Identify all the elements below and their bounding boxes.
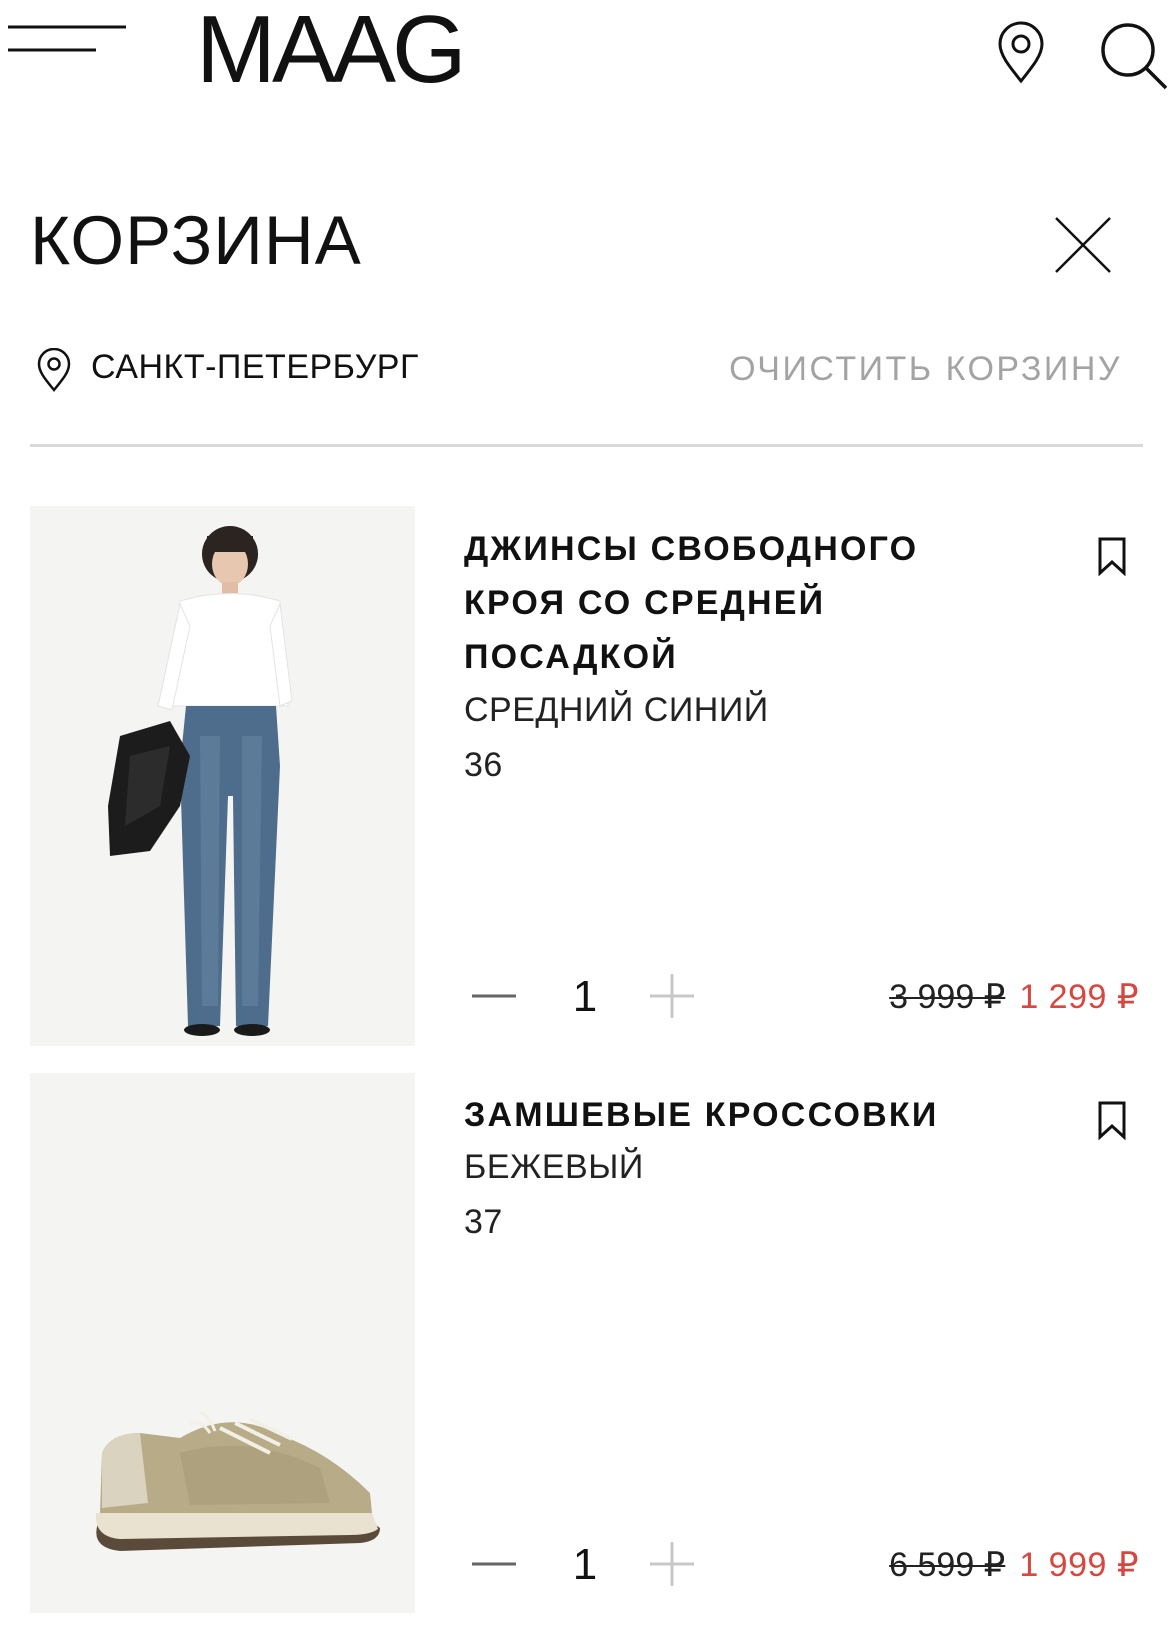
quantity-decrease-button[interactable] <box>470 976 518 1016</box>
bookmark-icon[interactable] <box>1096 1100 1128 1141</box>
product-name-line: ДЖИНСЫ СВОБОДНОГО <box>464 530 919 568</box>
price-row: 6 599 ₽ 1 999 ₽ <box>889 1548 1139 1582</box>
jeans-model-illustration <box>30 506 415 1046</box>
product-name-line: КРОЯ СО СРЕДНЕЙ <box>464 584 826 622</box>
product-name-sneakers[interactable]: ЗАМШЕВЫЕ КРОССОВКИ <box>464 1088 984 1142</box>
product-image-jeans[interactable] <box>30 506 415 1046</box>
quantity-value: 1 <box>572 1540 598 1589</box>
sale-price: 1 299 ₽ <box>1019 978 1139 1016</box>
product-color: БЕЖЕВЫЙ <box>464 1148 644 1186</box>
quantity-increase-button[interactable] <box>648 972 696 1020</box>
product-name-line: ПОСАДКОЙ <box>464 638 678 676</box>
divider <box>30 444 1143 447</box>
product-size: 37 <box>464 1203 503 1241</box>
city-pin-icon <box>36 347 72 392</box>
city-selector[interactable]: САНКТ-ПЕТЕРБУРГ <box>91 350 419 384</box>
brand-logo[interactable]: MAAG <box>196 2 467 98</box>
close-icon[interactable] <box>1054 216 1112 274</box>
search-icon[interactable] <box>1098 20 1168 90</box>
quantity-decrease-button[interactable] <box>470 1544 518 1584</box>
bookmark-icon[interactable] <box>1096 536 1128 577</box>
price-row: 3 999 ₽ 1 299 ₽ <box>889 980 1139 1014</box>
cart-title: КОРЗИНА <box>30 202 362 279</box>
product-name-line: ЗАМШЕВЫЕ КРОССОВКИ <box>464 1096 939 1134</box>
product-size: 36 <box>464 746 503 784</box>
product-color: СРЕДНИЙ СИНИЙ <box>464 691 769 729</box>
quantity-value: 1 <box>572 972 598 1021</box>
sneaker-illustration <box>30 1073 415 1613</box>
product-name-jeans[interactable]: ДЖИНСЫ СВОБОДНОГО КРОЯ СО СРЕДНЕЙ ПОСАДК… <box>464 522 984 684</box>
map-pin-icon[interactable] <box>996 20 1046 84</box>
clear-cart-button[interactable]: ОЧИСТИТЬ КОРЗИНУ <box>729 352 1122 386</box>
sale-price: 1 999 ₽ <box>1019 1546 1139 1584</box>
hamburger-menu-icon[interactable] <box>6 22 128 56</box>
product-image-sneakers[interactable] <box>30 1073 415 1613</box>
old-price: 3 999 ₽ <box>889 978 1006 1016</box>
quantity-increase-button[interactable] <box>648 1540 696 1588</box>
old-price: 6 599 ₽ <box>889 1546 1006 1584</box>
